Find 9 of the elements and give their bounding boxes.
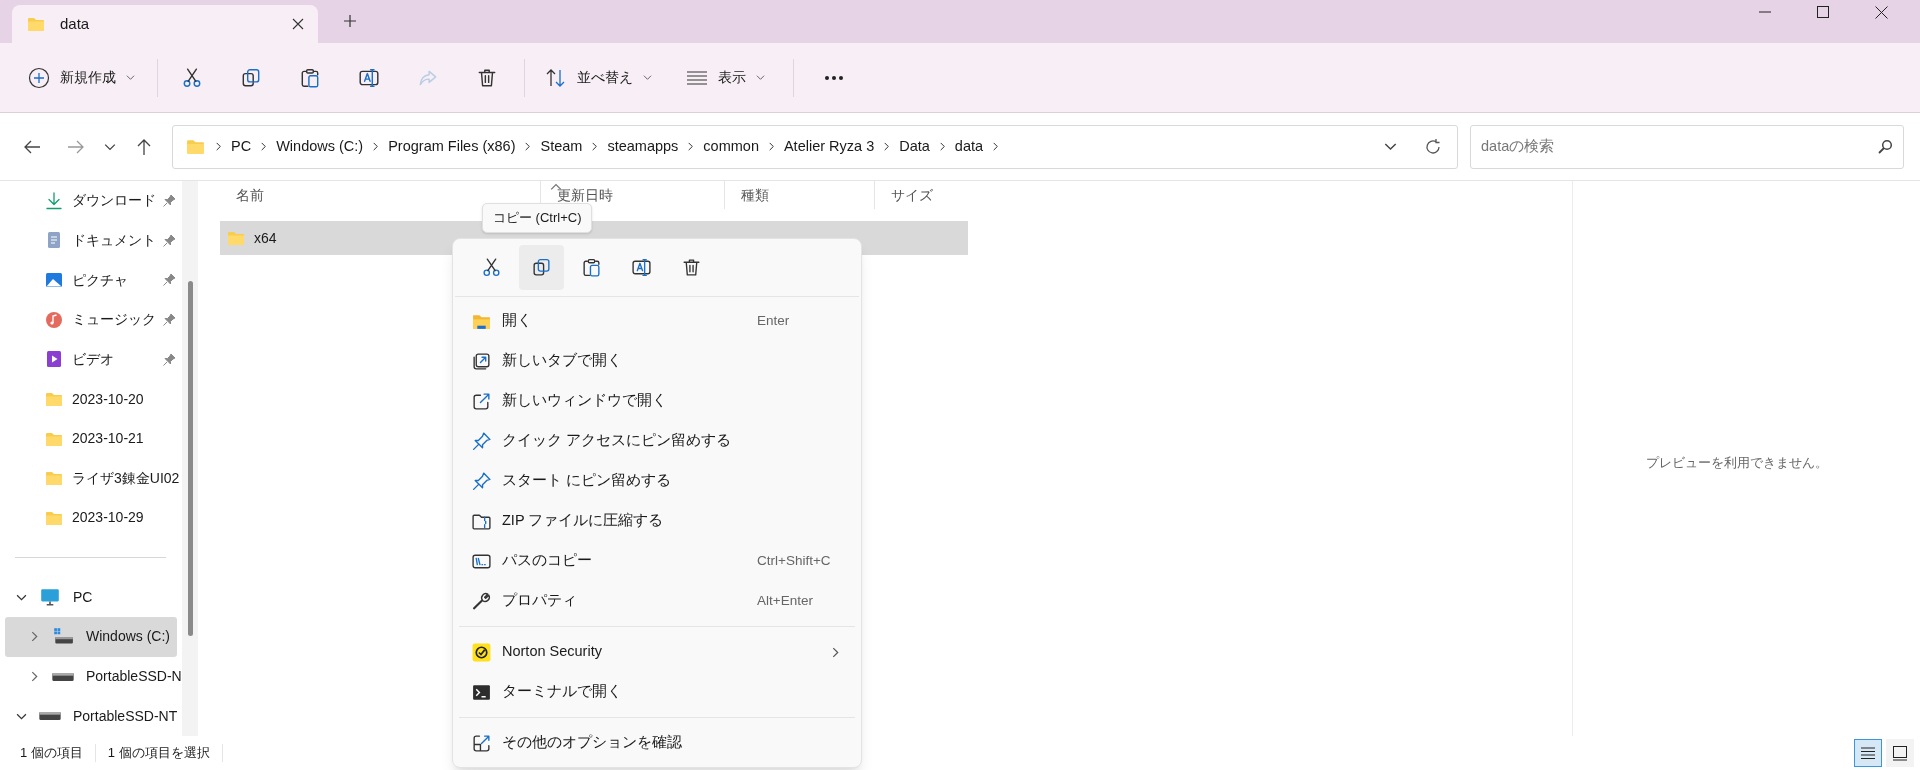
- item-count: 1 個の項目: [20, 744, 83, 763]
- file-name: x64: [254, 228, 277, 248]
- shortcut-label: Ctrl+Shift+C: [757, 551, 832, 570]
- shortcut-label: Enter: [757, 311, 791, 330]
- tooltip: コピー (Ctrl+C): [482, 203, 593, 233]
- selection-count: 1 個の項目を選択: [107, 744, 210, 763]
- shortcut-label: Alt+Enter: [757, 591, 814, 610]
- preview-message: プレビューを利用できません。: [1645, 454, 1828, 472]
- tab-title: data: [60, 13, 91, 34]
